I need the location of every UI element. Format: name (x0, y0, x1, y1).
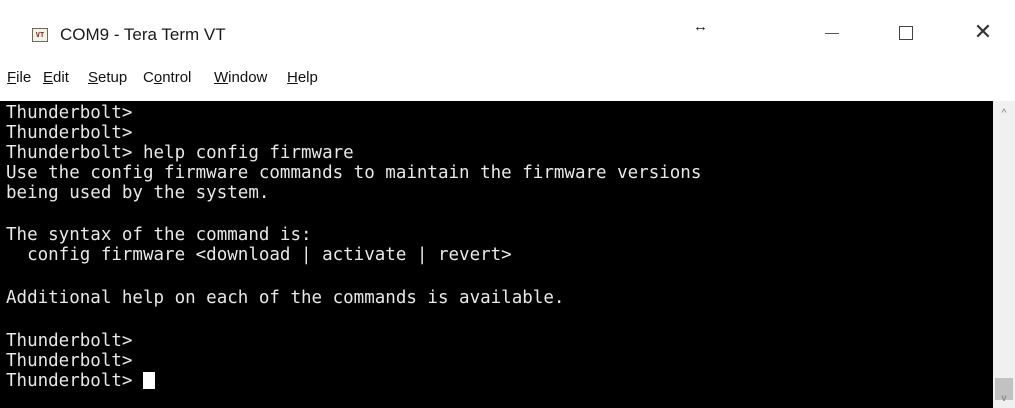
menu-file-label: ile (16, 69, 32, 86)
terminal-line: Thunderbolt> (6, 103, 133, 123)
menu-setup-label: etup (98, 69, 128, 86)
terminal-line: Additional help on each of the commands … (6, 288, 565, 308)
menu-help-accelerator: H (287, 69, 298, 86)
menu-edit-label: dit (53, 69, 69, 86)
vertical-scrollbar[interactable]: ^ v (993, 101, 1015, 408)
close-button[interactable]: ✕ (955, 6, 1011, 60)
text-cursor (142, 372, 155, 389)
menu-control-prefix: C (143, 69, 154, 86)
menu-file-accelerator: F (7, 69, 17, 86)
menu-file[interactable]: File (7, 69, 31, 86)
resize-arrows-icon: ↔ (693, 18, 708, 35)
scroll-down-arrow-icon[interactable]: v (993, 390, 1015, 408)
menu-help[interactable]: Help (287, 69, 318, 86)
menu-window-accelerator: W (214, 69, 229, 86)
menu-control-label: ntrol (162, 69, 192, 86)
menu-edit[interactable]: Edit (43, 69, 69, 86)
menu-setup-accelerator: S (88, 69, 99, 86)
menu-bar: File Edit Setup Control Window Help (0, 62, 1015, 100)
terminal-screen[interactable]: Thunderbolt> Thunderbolt> Thunderbolt> h… (0, 101, 993, 408)
maximize-button[interactable] (878, 6, 934, 60)
menu-edit-accelerator: E (43, 69, 54, 86)
menu-window[interactable]: Window (214, 69, 267, 86)
menu-window-label: indow (228, 69, 268, 86)
terminal-line: Use the config firmware commands to main… (6, 163, 702, 183)
terminal-line: Thunderbolt> help config firmware (6, 143, 354, 163)
menu-help-label: elp (297, 69, 318, 86)
menu-control-accelerator: o (153, 69, 163, 86)
minimize-button[interactable] (804, 6, 860, 60)
tera-term-window: VT COM9 - Tera Term VT ↔ ✕ File Edit Set… (0, 0, 1015, 408)
terminal-line: Thunderbolt> (6, 351, 133, 371)
terminal-prompt-line: Thunderbolt> (6, 371, 155, 391)
terminal-line: being used by the system. (6, 183, 270, 203)
tera-term-app-icon[interactable]: VT (32, 28, 48, 42)
terminal-line: The syntax of the command is: (6, 225, 312, 245)
menu-setup[interactable]: Setup (88, 69, 127, 86)
close-icon: ✕ (973, 20, 993, 45)
terminal-line: Thunderbolt> (6, 331, 133, 351)
menu-control[interactable]: Control (143, 69, 191, 86)
maximize-icon (899, 26, 913, 40)
minimize-icon (825, 32, 839, 34)
window-title: COM9 - Tera Term VT (60, 25, 226, 44)
scroll-up-arrow-icon[interactable]: ^ (993, 105, 1015, 123)
title-bar[interactable]: VT COM9 - Tera Term VT ↔ ✕ (0, 0, 1015, 62)
terminal-line: Thunderbolt> (6, 123, 133, 143)
terminal-prompt: Thunderbolt> (6, 371, 143, 391)
terminal-line: config firmware <download | activate | r… (6, 245, 512, 265)
